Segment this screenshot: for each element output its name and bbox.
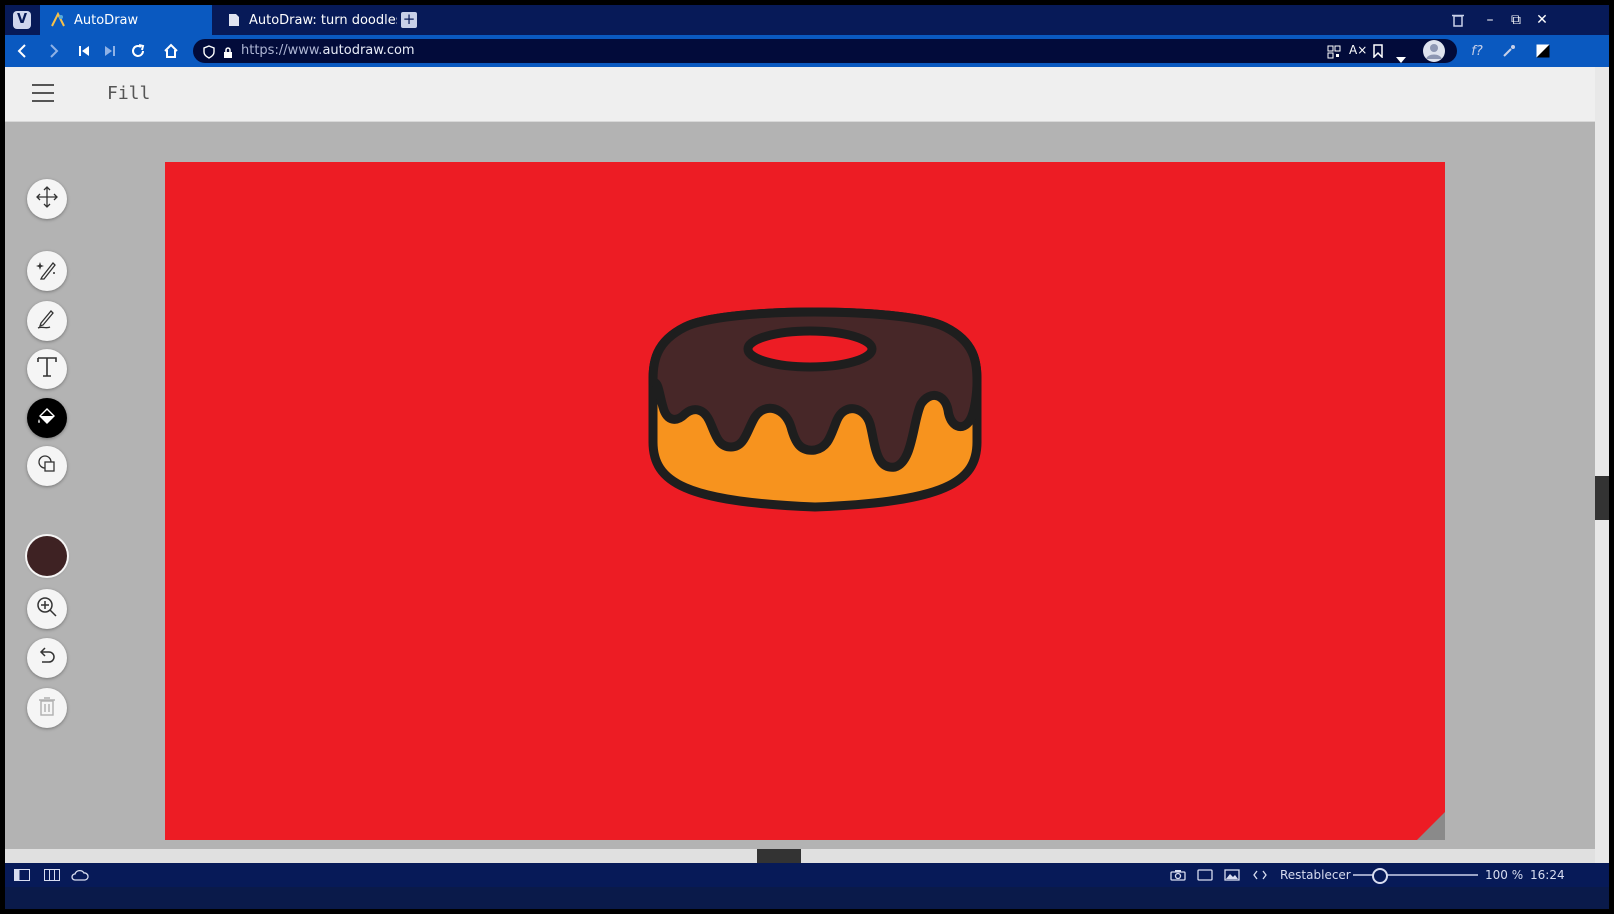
new-tab-button[interactable]: + <box>401 12 417 28</box>
color-picker-swatch[interactable] <box>27 536 67 576</box>
bookmark-icon[interactable] <box>1373 43 1383 62</box>
donut-drawing[interactable] <box>645 302 985 520</box>
autodraw-tool-button[interactable] <box>27 251 67 291</box>
sparkle-pen-icon <box>36 258 58 284</box>
draw-tool-button[interactable] <box>27 301 67 341</box>
zoom-in-icon <box>36 596 58 622</box>
undo-button[interactable] <box>27 638 67 678</box>
trash-tabs-icon[interactable] <box>1445 5 1471 35</box>
tab-autodraw-article[interactable]: AutoDraw: turn doodles in <box>217 5 397 35</box>
tab-autodraw[interactable]: AutoDraw <box>40 5 212 35</box>
back-icon[interactable] <box>9 35 35 67</box>
contrast-toggle-icon[interactable] <box>1531 35 1555 67</box>
donut-hole <box>743 326 877 372</box>
status-bar: Restablecer 100 % 16:24 <box>5 863 1609 887</box>
shapes-icon <box>36 453 58 479</box>
fill-tool-button[interactable] <box>27 398 67 438</box>
panel-toggle-icon[interactable] <box>13 867 31 883</box>
url-text[interactable]: https://www.autodraw.com <box>241 43 415 58</box>
tab-title: AutoDraw: turn doodles in <box>248 12 397 28</box>
profile-avatar-icon[interactable] <box>1422 35 1446 67</box>
zoom-slider-knob[interactable] <box>1372 868 1388 884</box>
canvas-resize-corner[interactable] <box>1417 812 1445 840</box>
reset-zoom-button[interactable]: Restablecer <box>1280 868 1351 882</box>
restore-icon[interactable]: ⧉ <box>1503 5 1529 35</box>
hamburger-menu-icon[interactable] <box>32 84 54 104</box>
window-icon[interactable] <box>1196 867 1214 883</box>
move-tool-button[interactable] <box>27 179 67 219</box>
type-tool-button[interactable] <box>27 349 67 389</box>
drawing-canvas[interactable] <box>165 162 1445 840</box>
home-icon[interactable] <box>158 35 184 67</box>
horizontal-scroll-thumb[interactable] <box>757 849 801 863</box>
vertical-scrollbar[interactable] <box>1595 67 1609 863</box>
eyedropper-icon[interactable] <box>1497 35 1521 67</box>
reload-icon[interactable] <box>125 35 151 67</box>
zoom-level: 100 % <box>1485 868 1524 882</box>
text-t-icon <box>36 356 58 382</box>
zoom-button[interactable] <box>27 589 67 629</box>
horizontal-scrollbar[interactable] <box>5 849 1595 863</box>
trash-icon <box>36 695 58 721</box>
cloud-sync-icon[interactable] <box>71 867 89 883</box>
fast-forward-icon[interactable] <box>97 35 123 67</box>
move-arrows-icon <box>36 186 58 212</box>
pencil-icon <box>36 308 58 334</box>
page-icon <box>227 12 241 28</box>
lock-icon[interactable] <box>223 44 233 63</box>
app-header: Fill <box>5 67 1609 122</box>
autodraw-favicon-icon <box>50 12 66 28</box>
image-icon[interactable] <box>1223 867 1241 883</box>
browser-window: V AutoDraw AutoDraw: turn doodles in + –… <box>5 5 1609 909</box>
navigation-bar: https://www.autodraw.com A× f? <box>5 35 1609 67</box>
forward-icon[interactable] <box>41 35 67 67</box>
clock-time: 16:24 <box>1530 868 1565 882</box>
autodraw-page: Fill <box>5 67 1609 863</box>
shield-icon[interactable] <box>203 44 215 63</box>
function-icon[interactable]: f? <box>1465 35 1489 67</box>
tab-tiling-icon[interactable] <box>43 867 61 883</box>
tab-bar: V AutoDraw AutoDraw: turn doodles in + –… <box>5 5 1609 35</box>
dropdown-arrow-icon[interactable] <box>1396 48 1406 67</box>
mode-title: Fill <box>107 83 151 104</box>
close-window-icon[interactable]: ✕ <box>1529 5 1555 35</box>
tab-title: AutoDraw <box>74 12 139 28</box>
rewind-icon[interactable] <box>71 35 97 67</box>
vertical-scroll-thumb[interactable] <box>1595 476 1609 520</box>
code-icon[interactable] <box>1251 867 1269 883</box>
translate-icon[interactable]: A× <box>1349 43 1367 57</box>
delete-button[interactable] <box>27 688 67 728</box>
address-bar[interactable]: https://www.autodraw.com A× <box>193 39 1457 63</box>
undo-icon <box>36 645 58 671</box>
qr-code-icon[interactable] <box>1327 44 1341 63</box>
minimize-icon[interactable]: – <box>1477 5 1503 35</box>
paint-bucket-icon <box>36 405 58 431</box>
shape-tool-button[interactable] <box>27 446 67 486</box>
vivaldi-logo-icon[interactable]: V <box>13 11 31 29</box>
camera-icon[interactable] <box>1169 867 1187 883</box>
